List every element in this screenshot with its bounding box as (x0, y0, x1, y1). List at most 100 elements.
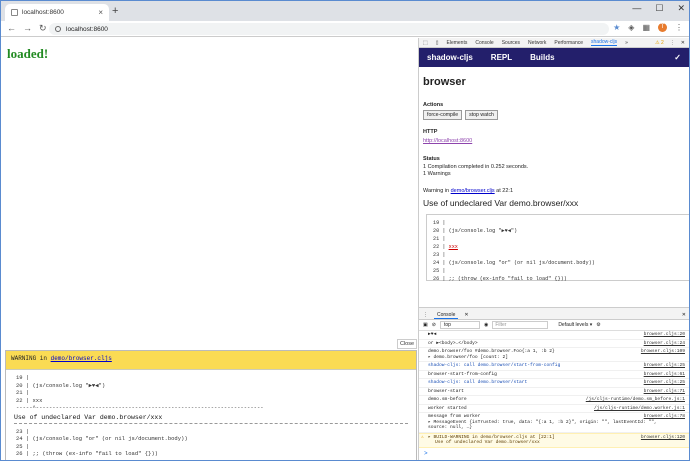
tab-shadow-cljs[interactable]: shadow-cljs (591, 39, 618, 46)
warning-prefix: WARNING in (11, 355, 51, 362)
sidebar-toggle-icon[interactable]: ▣ (423, 322, 428, 328)
force-compile-button[interactable]: force-compile (423, 110, 463, 120)
console-source-link[interactable]: browser.cljs:78 (644, 414, 685, 420)
drawer-menu-icon[interactable]: ⋮ (423, 312, 428, 318)
console-drawer-tabs: ⋮ Console ✕ ✕ (419, 311, 689, 320)
devtools-close-icon[interactable]: ✕ (681, 40, 685, 46)
console-source-link[interactable]: /js/cljs-runtime/demo.worker.js:1 (594, 406, 685, 412)
url-field[interactable]: localhost:8600 (49, 23, 609, 35)
console-message: shadow-cljs: call demo.browser/start (428, 380, 528, 385)
console-message: browser-start-from-config (428, 371, 497, 377)
tab-network[interactable]: Network (528, 40, 546, 46)
code-line: 23 | (16, 427, 30, 435)
more-tabs-icon[interactable]: » (625, 40, 628, 46)
close-tab-icon[interactable]: × (98, 8, 103, 17)
filter-input[interactable]: Filter (492, 321, 549, 329)
console-source-link[interactable]: browser.cljs:25 (644, 380, 685, 386)
address-bar: ← → ↻ localhost:8600 ★ ◈ ▦ T ⋮ (1, 21, 689, 37)
extension-shield-icon[interactable]: ◈ (628, 23, 634, 32)
http-link[interactable]: http://localhost:8600 (423, 138, 472, 144)
shadow-cljs-header: shadow-cljs REPL Builds ✓ (419, 48, 689, 67)
tab-title: localhost:8600 (22, 9, 64, 16)
devtools-menu-icon[interactable]: ⋮ (670, 40, 675, 46)
console-message: browser-start (428, 388, 464, 394)
stop-watch-button[interactable]: stop watch (465, 110, 498, 120)
reload-icon[interactable]: ↻ (39, 23, 47, 34)
warning-header: WARNING in demo/browser.cljs (6, 351, 416, 370)
nav-repl[interactable]: REPL (491, 53, 512, 62)
warning-code-top: 19 | 20 | (js/console.log "▶♥◀") 21 | 22… (6, 370, 416, 412)
code-line: 20 | (js/console.log "▶♥◀") (16, 381, 106, 389)
new-tab-button[interactable]: + (112, 5, 118, 17)
back-icon[interactable]: ← (7, 23, 16, 34)
console-row: demo.sm-before/js/cljs-runtime/demo.sm_b… (419, 396, 689, 405)
console-message: ▶♥◀ (428, 332, 437, 337)
code-line: 26 | ;; (throw (ex-info "fail to load" {… (433, 276, 567, 282)
warning-icon: ⚠ (421, 434, 424, 440)
warning-panel: WARNING in demo/browser.cljs 19 | 20 | (… (5, 350, 417, 460)
devtools-panel: ⬚ ▯ Elements Console Sources Network Per… (418, 38, 689, 460)
browser-tab[interactable]: localhost:8600 × (5, 4, 109, 21)
code-line: 25 | (433, 268, 446, 274)
console-row: ▶♥◀ browser.cljs:20 (419, 331, 689, 340)
warning-file-link[interactable]: demo/browser.cljs (51, 355, 112, 362)
page-content: loaded! Close WARNING in demo/browser.cl… (1, 38, 418, 460)
console-source-link[interactable]: browser.cljs:71 (644, 389, 685, 395)
minimize-icon[interactable]: — (632, 3, 641, 14)
context-select[interactable]: top (439, 321, 480, 329)
console-toolbar: ▣ ⊘ top ◉ Filter Default levels ▾ ⚙ (419, 320, 689, 331)
console-source-link[interactable]: browser.cljs:61 (644, 372, 685, 378)
undeclared-message: Use of undeclared Var demo.browser/xxx (423, 198, 579, 208)
console-prompt[interactable]: > (419, 448, 689, 459)
clear-console-icon[interactable]: ⊘ (432, 322, 436, 328)
close-window-icon[interactable]: ✕ (677, 3, 685, 14)
code-line: 19 | (16, 374, 30, 381)
console-tab-close-icon[interactable]: ✕ (464, 312, 468, 318)
tab-performance[interactable]: Performance (554, 40, 583, 46)
console-source-link[interactable]: browser.cljs:20 (644, 332, 685, 338)
tab-elements[interactable]: Elements (447, 40, 468, 46)
warning-count-badge[interactable]: ⚠ 2 (655, 40, 664, 46)
nav-builds[interactable]: Builds (530, 53, 554, 62)
console-source-link[interactable]: browser.cljs:120 (641, 435, 685, 441)
close-button[interactable]: Close (397, 339, 417, 349)
console-source-link[interactable]: browser.cljs:109 (641, 349, 685, 355)
extension-grid-icon[interactable]: ▦ (642, 23, 650, 32)
code-line: 22 | xxx (16, 396, 43, 404)
warning-code-bottom: 23 | 24 | (js/console.log "or" (or nil j… (6, 424, 416, 458)
console-row: browser-start browser.cljs:71 (419, 388, 689, 396)
levels-dropdown[interactable]: Default levels ▾ (558, 322, 592, 328)
inspect-icon[interactable]: ⬚ (423, 40, 428, 46)
console-row: shadow-cljs: call demo.browser/start brow… (419, 379, 689, 388)
warning-line-file-link[interactable]: demo/browser.cljs (451, 188, 495, 194)
forward-icon[interactable]: → (23, 23, 32, 34)
console-row: or ▶<body>…</body> browser.cljs:24 (419, 340, 689, 348)
drawer-close-icon[interactable]: ✕ (682, 312, 686, 318)
check-icon: ✓ (674, 53, 681, 62)
console-settings-icon[interactable]: ⚙ (596, 322, 600, 328)
nav-shadow-cljs[interactable]: shadow-cljs (427, 53, 473, 62)
info-icon[interactable] (55, 26, 61, 32)
code-line: 20 | (js/console.log "▶♥◀") (433, 228, 518, 234)
console-message: demo.sm-before (428, 397, 467, 402)
console-drawer-tab[interactable]: Console (434, 312, 459, 319)
console-source-link[interactable]: /js/cljs-runtime/demo.sm_before.js:1 (586, 397, 685, 403)
browser-menu-icon[interactable]: ⋮ (675, 23, 683, 32)
maximize-icon[interactable]: ☐ (655, 3, 663, 14)
console-source-link[interactable]: browser.cljs:25 (644, 363, 685, 369)
code-line: 23 | (433, 252, 446, 258)
code-marker: -----^----------------------------------… (16, 404, 264, 411)
console-expand[interactable]: ▸ demo.browser/foo [count: 2] (428, 355, 685, 361)
eye-icon[interactable]: ◉ (484, 322, 488, 328)
tab-console[interactable]: Console (475, 40, 493, 46)
console-source-link[interactable]: browser.cljs:24 (644, 341, 685, 347)
tab-sources[interactable]: Sources (502, 40, 520, 46)
console-message: worker started (428, 405, 467, 411)
bookmark-star-icon[interactable]: ★ (613, 23, 620, 32)
device-icon[interactable]: ▯ (436, 40, 439, 46)
build-details: browser Actions force-compile stop watch… (419, 76, 689, 282)
console-message: or ▶<body>…</body> (428, 340, 478, 346)
console-expand[interactable]: ▸ MessageEvent {isTrusted: true, data: "… (428, 420, 685, 431)
avatar[interactable]: T (658, 23, 667, 32)
code-line: 22 | xxx (433, 243, 683, 251)
